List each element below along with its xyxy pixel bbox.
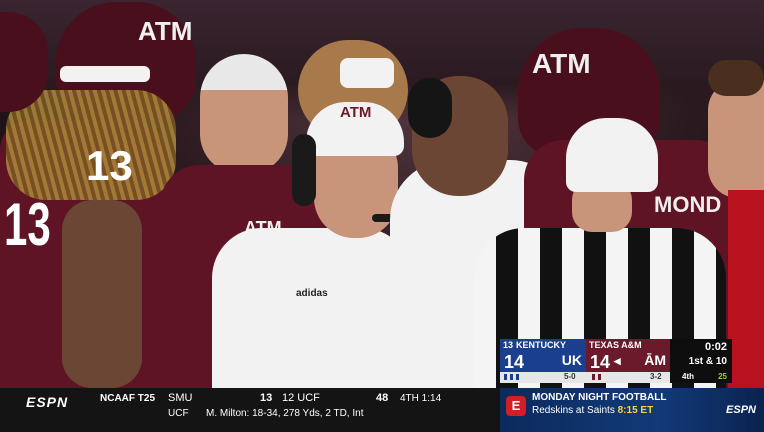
cap-logo: ATM [340,104,372,121]
play-clock: 25 [718,372,727,381]
adidas-logo: adidas [296,288,328,299]
assistant-headset-icon [408,78,452,138]
ticker-team1: SMU [168,392,193,404]
right-player-shirt [728,190,764,388]
promo-title: MONDAY NIGHT FOOTBALL [532,392,667,403]
possession-arrow-icon: ◂ [614,353,621,368]
quarter: 4th [682,372,694,381]
score-bug: 13 KENTUCKY 14 UK TEXAS A&M 14 ◂ ĀM 0:02… [500,339,732,383]
promo-network-logo: ESPN [726,404,756,416]
timeout-indicator-icon [516,374,519,380]
background-person-headband [340,58,394,88]
away-record: 5-0 [564,372,576,381]
jersey-number-left: 13 [86,142,133,189]
broadcast-video-frame: ATM 13 13 ATM ATM adidas ATM MOND 11 [0,0,764,388]
ticker-league: NCAAF T25 [100,393,156,404]
bottom-line-ticker: ESPN NCAAF T25 SMU 13 12 UCF 48 4TH 1:14… [0,388,764,432]
ticker-score2: 48 [376,392,389,404]
timeout-indicator-icon [504,374,507,380]
away-rank: 13 [503,340,514,350]
kentucky-logo-icon: UK [561,352,582,368]
right-player-beard [708,60,764,96]
player-13-arm [62,200,142,388]
promo-time: 8:15 ET [617,405,654,416]
promo-panel: E MONDAY NIGHT FOOTBALL Redskins at Sain… [500,388,764,432]
home-team-name: TEXAS A&M [589,340,642,350]
game-clock: 0:02 [704,341,727,353]
head-coach-shirt [212,228,412,388]
timeout-indicator-icon [592,374,595,380]
timeout-indicator-icon [598,374,601,380]
referee-cap [566,118,658,192]
home-team-panel: TEXAS A&M 14 ◂ ĀM [586,339,670,372]
helmet-logo-left: ATM [138,16,193,46]
espn-e-icon: E [506,396,526,416]
away-team-name: KENTUCKY [516,340,567,350]
jersey-number-left-side: 13 [4,191,51,258]
jersey-name-right: MOND [654,192,722,217]
timeout-indicator-icon [510,374,513,380]
score-bug-status-bar: 5-0 3-2 4th 25 [500,372,732,383]
ticker-detail-text: M. Milton: 18-34, 278 Yds, 2 TD, Int [206,408,364,419]
away-team-panel: 13 KENTUCKY 14 UK [500,339,586,372]
player-13-helmet-stripe [60,66,150,82]
ticker-score1: 13 [260,392,273,404]
texas-am-logo-icon: ĀM [644,352,666,368]
coach-white-hair-head [200,54,288,174]
down-and-distance: 1st & 10 [688,356,727,367]
home-record: 3-2 [650,372,662,381]
quarter-panel: 4th 25 [670,372,732,383]
ticker-detail-team: UCF [168,408,189,419]
away-score: 14 [504,352,525,372]
promo-matchup: Redskins at Saints [532,405,615,416]
ticker-game-status: 4TH 1:14 [400,393,442,404]
helmet-logo-right: ATM [532,48,591,79]
espn-logo: ESPN [26,394,69,410]
game-info-panel: 0:02 1st & 10 [670,339,732,372]
promo-subtitle: Redskins at Saints 8:15 ET [532,405,653,416]
headset-icon [292,134,316,206]
right-player-face [708,80,764,198]
home-score: 14 [590,352,611,372]
ticker-team2: 12 UCF [282,392,320,404]
